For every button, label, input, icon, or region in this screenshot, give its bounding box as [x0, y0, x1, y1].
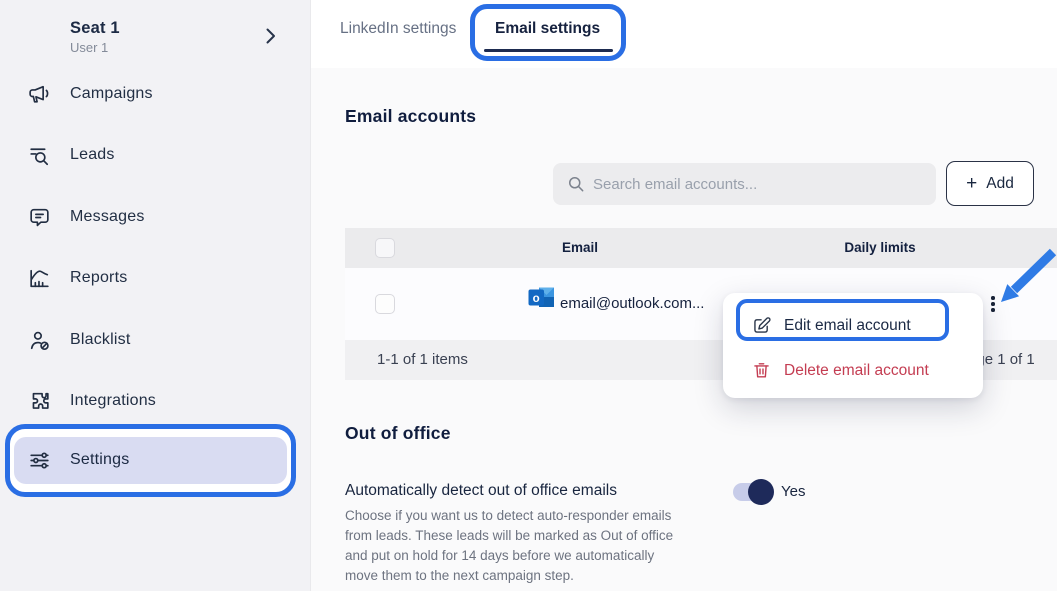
megaphone-icon [27, 82, 52, 107]
svg-text:o: o [533, 293, 540, 305]
row-actions-kebab-icon[interactable] [986, 292, 1000, 316]
trash-icon [751, 360, 772, 381]
items-count: 1-1 of 1 items [377, 351, 468, 368]
sidebar-item-label: Integrations [70, 392, 156, 410]
sidebar-item-leads[interactable]: Leads [0, 133, 311, 177]
tab-email-settings[interactable]: Email settings [495, 20, 600, 38]
toggle-knob [748, 479, 774, 505]
sidebar-item-blacklist[interactable]: Blacklist [0, 318, 311, 362]
plus-icon: + [966, 174, 977, 193]
chevron-right-icon[interactable] [258, 24, 282, 48]
seat-selector[interactable]: Seat 1 User 1 [0, 8, 311, 60]
sidebar: Seat 1 User 1 Campaigns Leads [0, 0, 311, 591]
sidebar-item-campaigns[interactable]: Campaigns [0, 72, 311, 116]
sidebar-item-reports[interactable]: Reports [0, 256, 311, 300]
sidebar-item-settings[interactable]: Settings [14, 437, 287, 484]
sidebar-item-integrations[interactable]: Integrations [0, 379, 311, 423]
menu-item-delete-email-account[interactable]: Delete email account [723, 351, 983, 391]
column-header-daily-limits: Daily limits [790, 240, 970, 255]
ooo-setting-title: Automatically detect out of office email… [345, 482, 617, 500]
toggle-value-label: Yes [781, 483, 805, 500]
tab-linkedin-settings[interactable]: LinkedIn settings [340, 20, 456, 38]
ooo-toggle[interactable] [733, 483, 773, 501]
sidebar-item-label: Messages [70, 208, 145, 226]
seat-subtitle: User 1 [70, 40, 108, 55]
seat-title: Seat 1 [70, 19, 120, 38]
column-header-email: Email [460, 240, 700, 255]
out-of-office-heading: Out of office [345, 423, 451, 444]
sidebar-item-label: Leads [70, 146, 115, 164]
sidebar-item-label: Reports [70, 269, 127, 287]
active-tab-underline [484, 49, 613, 52]
sidebar-item-label: Campaigns [70, 85, 153, 103]
settings-tab-bar: LinkedIn settings Email settings [311, 0, 1057, 68]
email-accounts-heading: Email accounts [345, 106, 476, 127]
sidebar-item-messages[interactable]: Messages [0, 195, 311, 239]
edit-pencil-icon [751, 315, 772, 336]
chat-bubble-icon [27, 205, 52, 230]
row-context-menu: Edit email account Delete email account [723, 293, 983, 398]
outlook-icon: o [528, 286, 555, 309]
add-email-account-button[interactable]: + Add [946, 161, 1034, 206]
select-all-checkbox[interactable] [375, 238, 395, 258]
sliders-icon [27, 448, 52, 473]
search-icon [566, 174, 586, 194]
puzzle-icon [27, 389, 52, 414]
lead-search-icon [27, 143, 52, 168]
search-email-accounts-input[interactable] [593, 163, 923, 205]
email-address: email@outlook.com... [560, 295, 704, 312]
blocked-user-icon [27, 328, 52, 353]
sidebar-item-label: Settings [70, 451, 129, 469]
sidebar-item-label: Blacklist [70, 331, 130, 349]
app-root: Seat 1 User 1 Campaigns Leads [0, 0, 1057, 591]
chart-icon [27, 266, 52, 291]
menu-item-edit-email-account[interactable]: Edit email account [723, 306, 983, 346]
ooo-setting-description: Choose if you want us to detect auto-res… [345, 506, 673, 586]
search-box [553, 163, 936, 205]
table-header: Email Daily limits [345, 228, 1057, 268]
row-checkbox[interactable] [375, 294, 395, 314]
